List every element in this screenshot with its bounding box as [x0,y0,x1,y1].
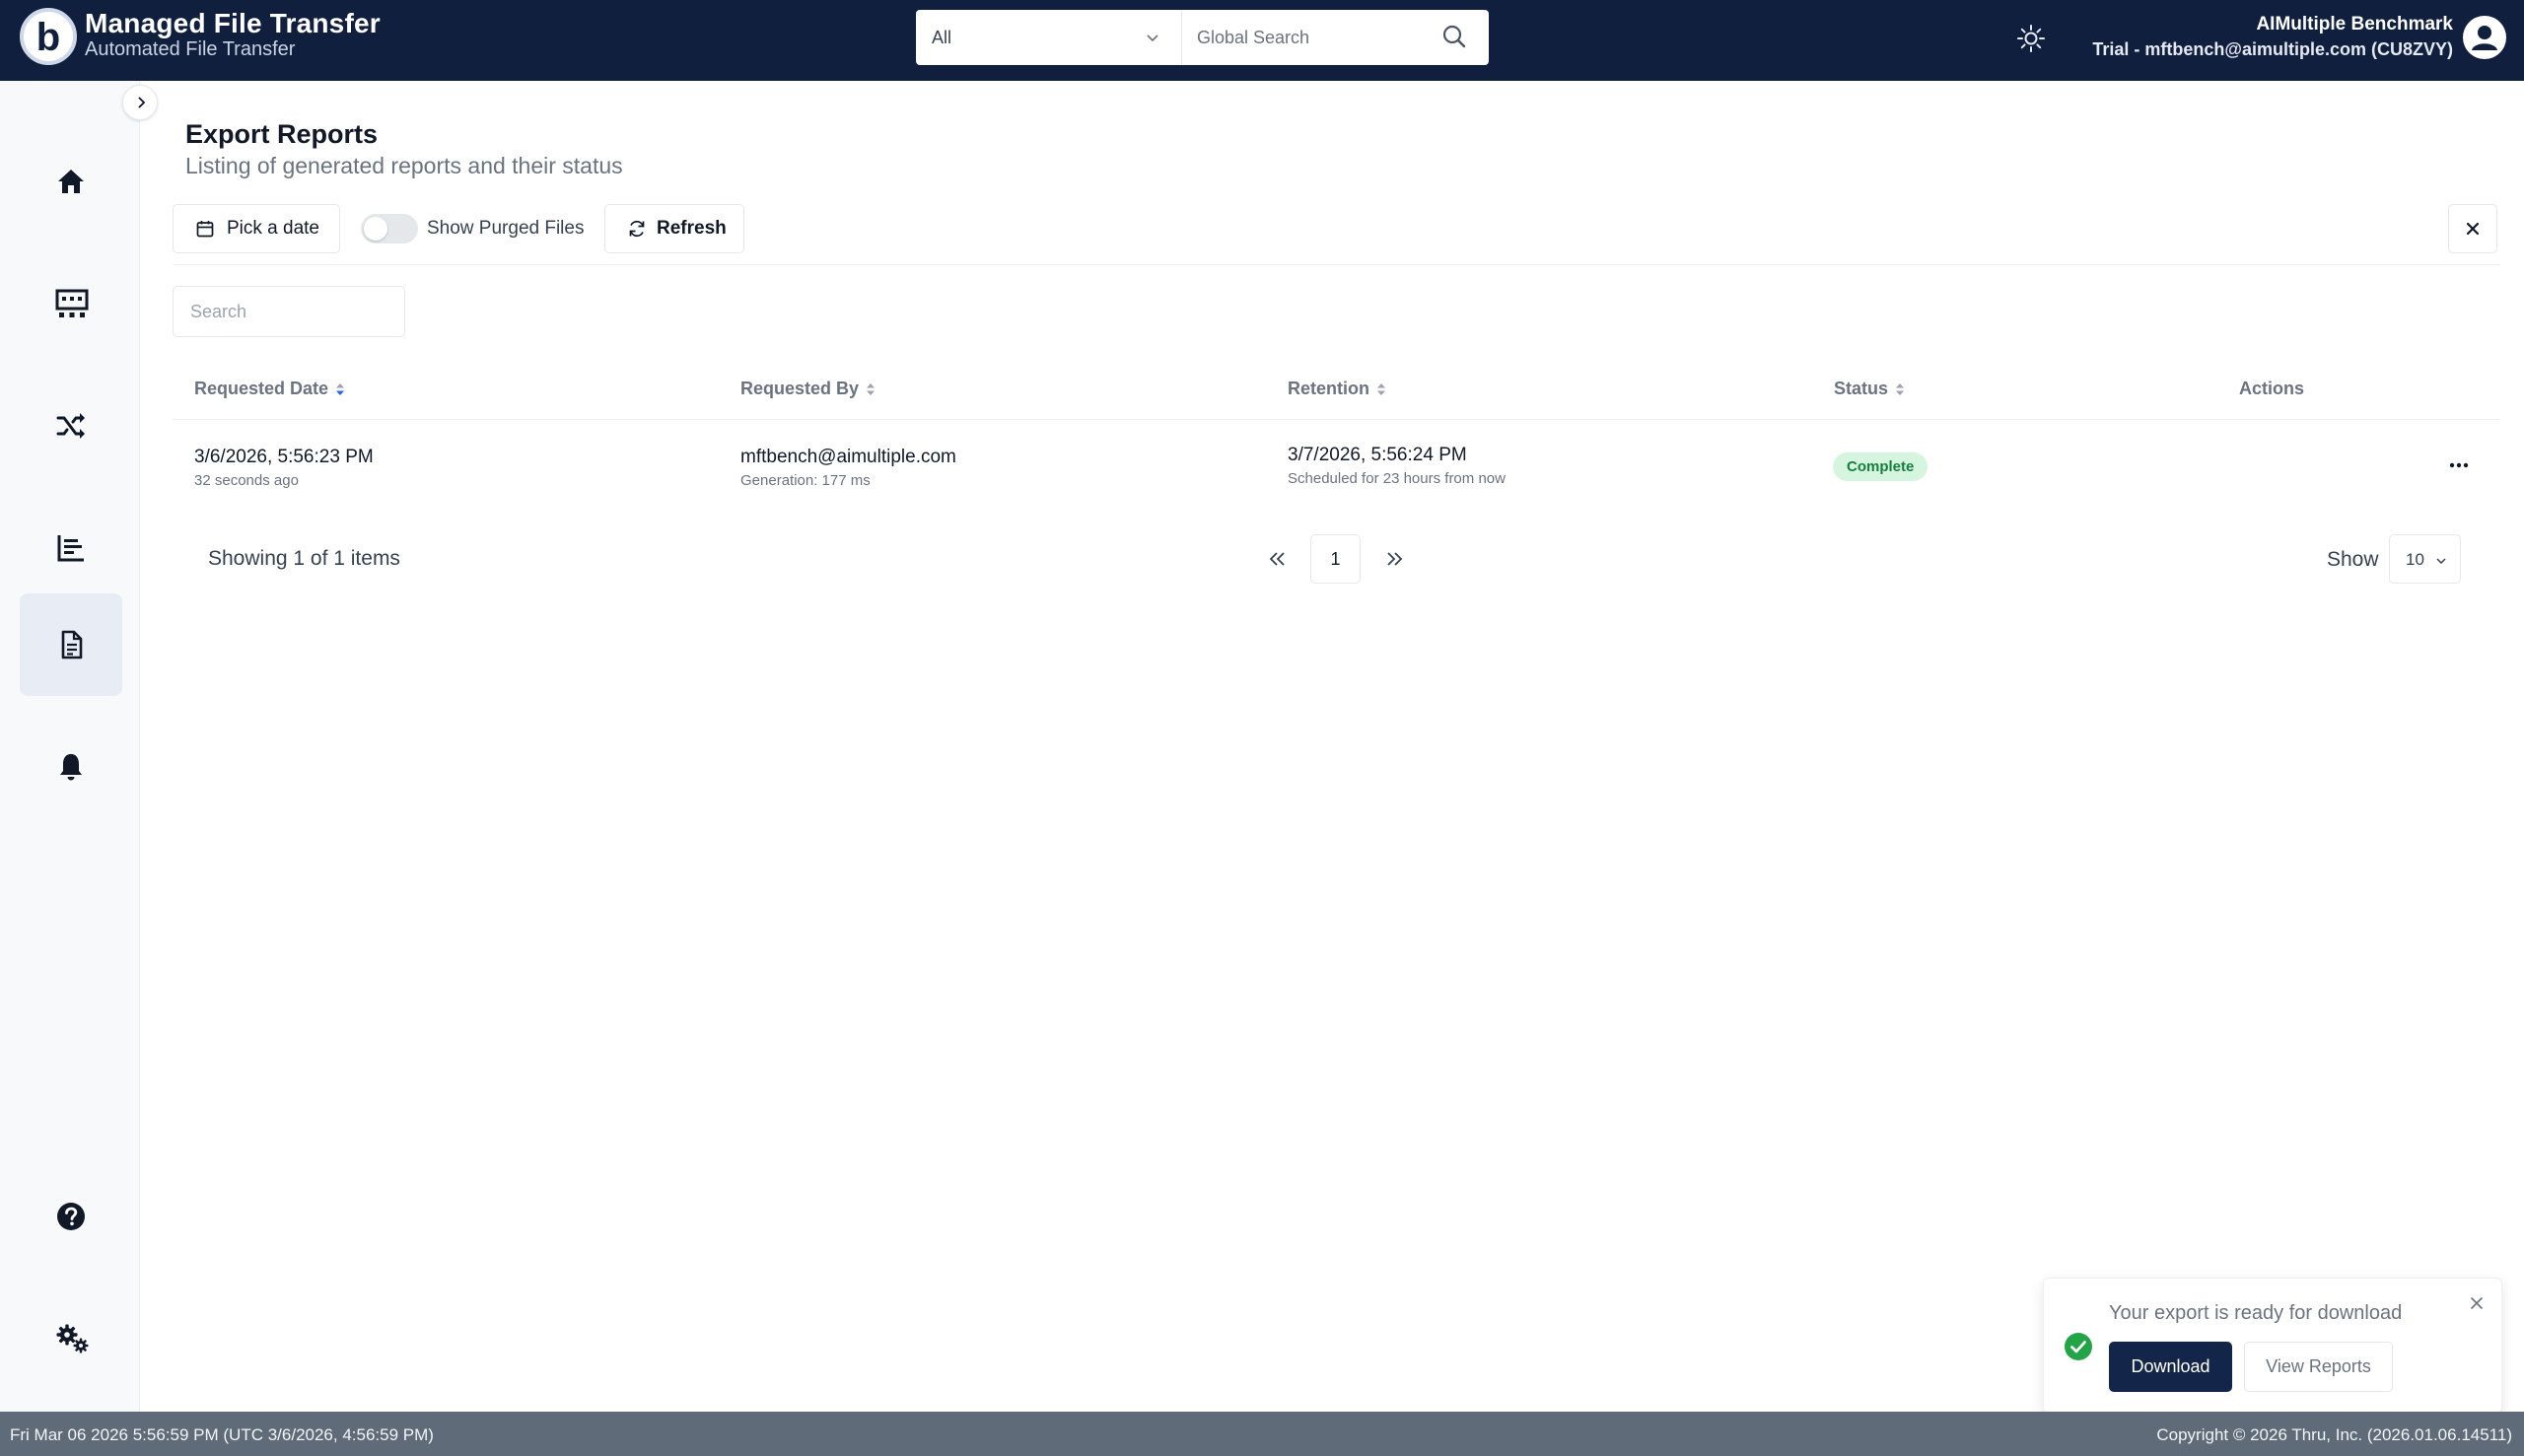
refresh-button[interactable]: Refresh [604,204,744,253]
page-title: Export Reports [185,119,379,149]
sidebar-item-transfers[interactable] [20,375,122,477]
status-badge: Complete [1833,452,1928,481]
help-icon [57,1203,85,1230]
sidebar-collapse-button[interactable] [122,85,158,120]
refresh-label: Refresh [657,218,727,239]
account-name: AIMultiple Benchmark [2256,14,2453,35]
footer-datetime: Fri Mar 06 2026 5:56:59 PM (UTC 3/6/2026… [10,1425,434,1444]
status-footer: Fri Mar 06 2026 5:56:59 PM (UTC 3/6/2026… [0,1412,2524,1456]
sidebar [0,81,140,1412]
close-panel-button[interactable] [2448,204,2497,253]
sidebar-item-dashboard[interactable] [20,252,122,355]
sidebar-item-settings[interactable] [20,1287,122,1390]
pick-date-button[interactable]: Pick a date [173,204,340,253]
current-page[interactable]: 1 [1310,534,1361,584]
global-search-input[interactable] [1197,18,1434,57]
toolbar-divider [173,264,2499,265]
success-check-icon [2065,1333,2092,1360]
shuffle-icon [56,413,85,439]
calendar-icon [196,221,214,238]
bell-icon [60,754,82,781]
toggle-knob [364,217,387,241]
column-header-actions: Actions [2239,379,2304,399]
bar-chart-icon [57,535,84,562]
svg-text:b: b [36,16,60,59]
sidebar-item-notifications[interactable] [20,716,122,818]
user-avatar-icon[interactable] [2463,16,2506,59]
search-scope-value: All [932,28,952,47]
table-header-divider [173,419,2499,420]
column-header-retention[interactable]: Retention [1288,379,1387,399]
chevron-down-icon [2436,558,2446,565]
chevrons-left-icon[interactable] [1267,549,1289,569]
footer-copyright: Copyright © 2026 Thru, Inc. (2026.01.06.… [2156,1425,2512,1444]
close-icon[interactable] [2468,1294,2486,1312]
page-size-select[interactable]: 10 [2389,534,2461,584]
more-actions-icon[interactable] [2447,459,2471,471]
export-ready-toast: Your export is ready for download Downlo… [2043,1278,2502,1414]
showing-count: Showing 1 of 1 items [208,547,400,570]
sidebar-item-analytics[interactable] [20,497,122,599]
pick-date-label: Pick a date [227,218,319,239]
app-title: Managed File Transfer [85,8,381,38]
dashboard-icon [55,289,89,317]
show-purged-label: Show Purged Files [427,218,585,239]
sort-icon [1896,382,1905,395]
cell-requested-date: 3/6/2026, 5:56:23 PM [194,447,374,467]
cell-retention-note: Scheduled for 23 hours from now [1288,470,1506,487]
column-label: Retention [1288,379,1369,398]
column-label: Requested By [740,379,860,398]
sort-icon [1377,382,1385,395]
show-purged-toggle[interactable] [361,214,418,243]
app-subtitle: Automated File Transfer [85,38,296,60]
page-size-value: 10 [2406,550,2424,569]
sidebar-item-help[interactable] [20,1165,122,1268]
column-header-requested-date[interactable]: Requested Date [194,379,346,399]
home-icon [58,170,84,193]
chevron-right-icon [138,97,146,108]
view-reports-button[interactable]: View Reports [2244,1342,2393,1392]
column-label: Status [1834,379,1889,398]
table-search-input[interactable] [173,286,405,337]
column-label: Actions [2239,379,2305,398]
top-bar: b Managed File Transfer Automated File T… [0,0,2524,81]
sort-desc-icon [336,382,345,395]
sun-icon[interactable] [2016,24,2046,53]
column-label: Requested Date [194,379,329,398]
global-search-box: All [916,10,1489,65]
cell-generation-time: Generation: 177 ms [740,472,871,489]
account-email: Trial - mftbench@aimultiple.com (CU8ZVY) [2092,39,2453,59]
chevron-down-icon [1147,35,1158,42]
refresh-icon [629,220,645,238]
download-button[interactable]: Download [2109,1342,2232,1392]
sidebar-item-home[interactable] [20,130,122,233]
cell-retention: 3/7/2026, 5:56:24 PM [1288,445,1467,465]
search-icon[interactable] [1441,24,1467,49]
toast-message: Your export is ready for download [2109,1302,2403,1324]
page-subtitle: Listing of generated reports and their s… [185,153,623,178]
settings-icon [56,1324,89,1353]
column-header-status[interactable]: Status [1834,379,1906,399]
cell-requested-date-relative: 32 seconds ago [194,472,299,489]
brand-logo-icon[interactable]: b [20,8,77,65]
close-icon [2466,222,2480,236]
sort-icon [867,382,876,395]
sidebar-item-reports[interactable] [20,593,122,696]
page-size-label: Show [2327,548,2379,571]
search-scope-select[interactable]: All [916,10,1182,65]
chevrons-right-icon[interactable] [1383,549,1405,569]
document-icon [61,630,83,659]
cell-requested-by: mftbench@aimultiple.com [740,447,956,467]
column-header-requested-by[interactable]: Requested By [740,379,876,399]
